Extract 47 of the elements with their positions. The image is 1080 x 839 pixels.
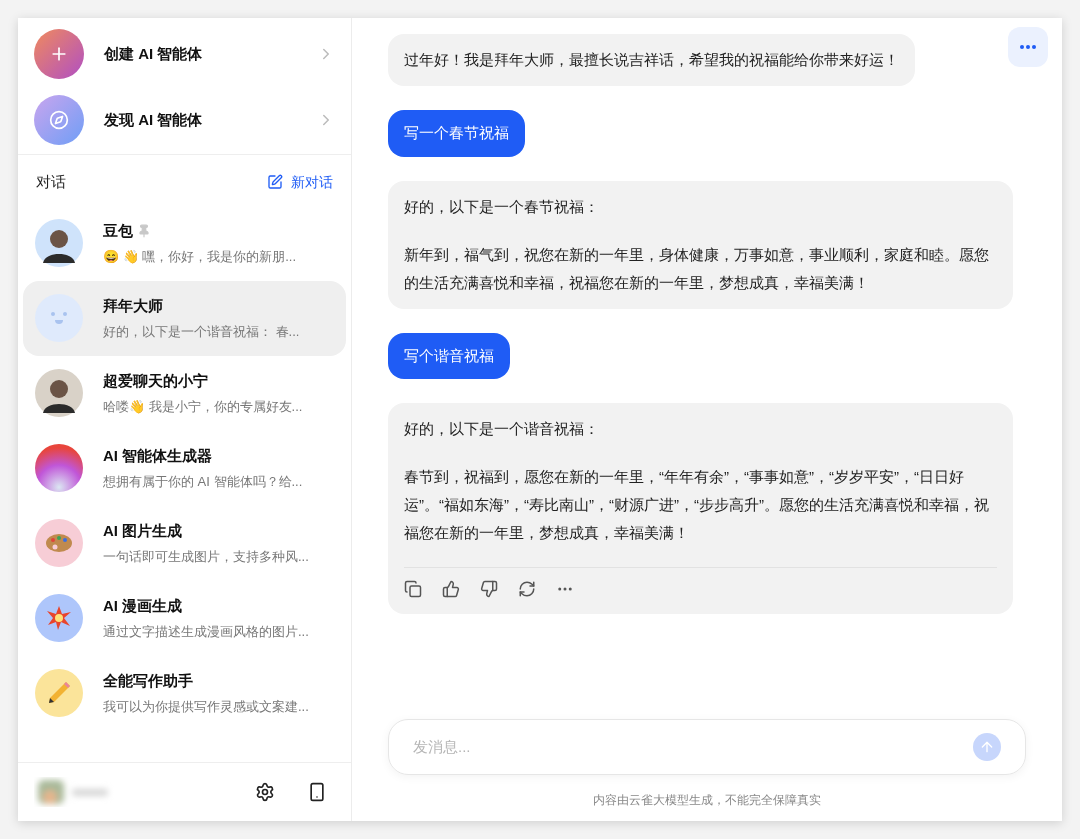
message-text: 过年好！我是拜年大师，最擅长说吉祥话，希望我的祝福能给你带来好运！ <box>404 50 899 70</box>
conversation-name: AI 漫画生成 <box>103 596 183 616</box>
compass-icon <box>34 95 84 145</box>
conversation-name: 豆包 <box>103 221 133 241</box>
message-text: 好的，以下是一个谐音祝福： <box>404 419 600 439</box>
message-text: 春节到，祝福到，愿您在新的一年里，“年年有余”，“事事如意”，“岁岁平安”，“日日好运”。“福如东海”，“寿比南山”，“财源广进”，“步步高升”。愿您的生活充满喜悦和幸福，祝福您在新的一年里，梦想成真，幸福美满！ <box>404 467 990 543</box>
disclaimer: 内容由云雀大模型生成，不能完全保障真实 <box>593 792 821 809</box>
conversation-name: 拜年大师 <box>103 296 163 316</box>
user-message: 写个谐音祝福 <box>388 332 510 379</box>
conversation-name: AI 图片生成 <box>103 521 183 541</box>
sidebar-action[interactable]: 创建 AI 智能体 <box>34 28 335 80</box>
plus-icon <box>34 29 84 79</box>
message-text: 新年到，福气到，祝您在新的一年里，身体健康，万事如意，事业顺利，家庭和睦。愿您的生活充满喜悦和幸福，祝福您在新的一年里，梦想成真，幸福美满！ <box>404 244 990 293</box>
conversation-item[interactable]: AI 图片生成 一句话即可生成图片，支持多种风... <box>23 505 346 581</box>
section-title: 对话 <box>36 172 66 192</box>
message-input-box[interactable]: 发消息... <box>388 719 1026 775</box>
more-button[interactable] <box>1008 27 1048 67</box>
conversation-preview: 想拥有属于你的 AI 智能体吗？给... <box>103 472 303 491</box>
thumbs-up-icon[interactable] <box>442 580 460 598</box>
thumbs-down-icon[interactable] <box>480 580 498 598</box>
gear-icon <box>255 782 275 802</box>
message-input[interactable]: 发消息... <box>413 735 973 759</box>
user-message: 写一个春节祝福 <box>388 110 525 157</box>
more-icon <box>1020 45 1036 49</box>
conversation-preview: 好的，以下是一个谐音祝福： 春... <box>103 322 300 341</box>
copy-icon[interactable] <box>404 580 422 598</box>
new-chat-button[interactable]: 新对话 <box>267 171 333 193</box>
conversation-preview: 通过文字描述生成漫画风格的图片... <box>103 622 309 641</box>
conversation-item[interactable]: 豆包 😄 👋 嘿，你好，我是你的新朋... <box>23 205 346 281</box>
conversation-preview: 我可以为你提供写作灵感或文案建... <box>103 697 309 716</box>
refresh-icon[interactable] <box>518 580 536 598</box>
phone-icon <box>307 782 327 802</box>
conversation-name: 超爱聊天的小宁 <box>103 371 208 391</box>
conversation-preview: 哈喽👋 我是小宁，你的专属好友... <box>103 397 303 416</box>
conversation-item[interactable]: 拜年大师 好的，以下是一个谐音祝福： 春... <box>23 280 346 356</box>
conversation-preview: 😄 👋 嘿，你好，我是你的新朋... <box>103 247 297 266</box>
conversation-item[interactable]: AI 智能体生成器 想拥有属于你的 AI 智能体吗？给... <box>23 430 346 506</box>
edit-icon <box>267 174 283 191</box>
conversation-item[interactable]: AI 漫画生成 通过文字描述生成漫画风格的图片... <box>23 580 346 656</box>
gradient-avatar-icon <box>35 444 83 492</box>
conversation-name: 全能写作助手 <box>103 671 193 691</box>
conversation-preview: 一句话即可生成图片，支持多种风... <box>103 547 309 566</box>
conversation-name: AI 智能体生成器 <box>103 446 213 466</box>
message-text: 好的，以下是一个春节祝福： <box>404 196 600 217</box>
conversation-item[interactable]: 超爱聊天的小宁 哈喽👋 我是小宁，你的专属好友... <box>23 355 346 431</box>
sidebar-action[interactable]: 发现 AI 智能体 <box>34 94 335 146</box>
conversation-item[interactable]: 全能写作助手 我可以为你提供写作灵感或文案建... <box>23 655 346 731</box>
